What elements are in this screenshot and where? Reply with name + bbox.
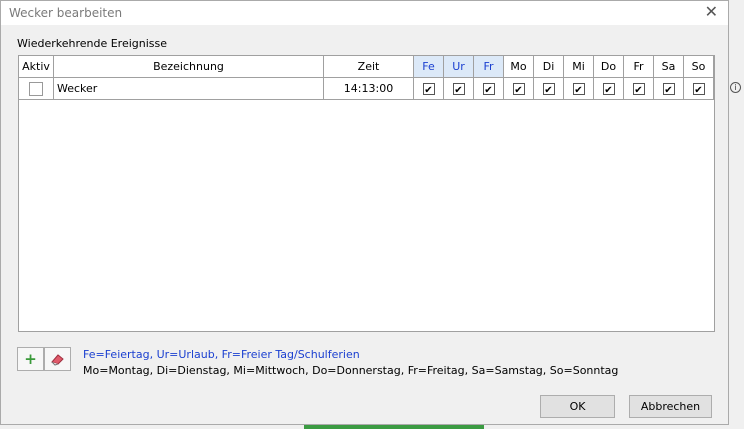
delete-button[interactable] [44, 347, 71, 371]
checkmark-icon: ✔ [634, 84, 643, 96]
group-label: Wiederkehrende Ereignisse [17, 37, 168, 50]
column-header-day-5[interactable]: Mi [564, 56, 594, 78]
column-header-day-3[interactable]: Mo [504, 56, 534, 78]
day-checkbox-4[interactable]: ✔ [542, 82, 555, 96]
day-cell-9: ✔ [684, 78, 714, 100]
day-cell-7: ✔ [624, 78, 654, 100]
day-checkbox-6[interactable]: ✔ [602, 82, 615, 96]
day-cell-5: ✔ [564, 78, 594, 100]
day-cell-0: ✔ [414, 78, 444, 100]
day-checkbox-9[interactable]: ✔ [692, 82, 705, 96]
legend-line-2: Mo=Montag, Di=Dienstag, Mi=Mittwoch, Do=… [83, 364, 619, 377]
checkmark-icon: ✔ [574, 84, 583, 96]
cancel-button[interactable]: Abbrechen [629, 395, 712, 418]
title-bar: Wecker bearbeiten ✕ [1, 1, 728, 25]
row-aktiv-cell [19, 78, 54, 100]
eraser-icon [50, 354, 64, 366]
day-checkbox-5[interactable]: ✔ [572, 82, 585, 96]
column-header-day-1[interactable]: Ur [444, 56, 474, 78]
checkmark-icon: ✔ [694, 84, 703, 96]
column-header-bezeichnung[interactable]: Bezeichnung [54, 56, 324, 78]
checkmark-icon: ✔ [424, 84, 433, 96]
legend-line-1: Fe=Feiertag, Ur=Urlaub, Fr=Freier Tag/Sc… [83, 348, 360, 361]
column-header-day-0[interactable]: Fe [414, 56, 444, 78]
checkmark-icon: ✔ [454, 84, 463, 96]
column-header-zeit[interactable]: Zeit [324, 56, 414, 78]
day-checkbox-1[interactable]: ✔ [452, 82, 465, 96]
window-title: Wecker bearbeiten [9, 6, 123, 20]
aktiv-checkbox[interactable] [29, 81, 43, 96]
day-cell-3: ✔ [504, 78, 534, 100]
checkmark-icon: ✔ [604, 84, 613, 96]
day-cell-8: ✔ [654, 78, 684, 100]
day-cell-4: ✔ [534, 78, 564, 100]
day-cell-6: ✔ [594, 78, 624, 100]
row-time-cell[interactable]: 14:13:00 [324, 78, 414, 100]
column-header-day-8[interactable]: Sa [654, 56, 684, 78]
day-cells: ✔ ✔ ✔ ✔ ✔ ✔ ✔ ✔ ✔ ✔ [414, 78, 714, 100]
column-header-day-6[interactable]: Do [594, 56, 624, 78]
column-header-aktiv[interactable]: Aktiv [19, 56, 54, 78]
plus-icon: + [24, 349, 37, 368]
day-cell-2: ✔ [474, 78, 504, 100]
checkmark-icon: ✔ [514, 84, 523, 96]
day-headers: Fe Ur Fr Mo Di Mi Do Fr Sa So [414, 56, 714, 78]
table-row[interactable]: Wecker 14:13:00 ✔ ✔ ✔ ✔ ✔ ✔ ✔ ✔ ✔ ✔ [19, 78, 714, 100]
day-checkbox-8[interactable]: ✔ [662, 82, 675, 96]
ok-button[interactable]: OK [540, 395, 615, 418]
column-header-day-2[interactable]: Fr [474, 56, 504, 78]
table-header-row: Aktiv Bezeichnung Zeit Fe Ur Fr Mo Di Mi Do Fr S… [19, 56, 714, 78]
day-checkbox-0[interactable]: ✔ [422, 82, 435, 96]
add-button[interactable]: + [17, 347, 44, 371]
checkmark-icon: ✔ [664, 84, 673, 96]
day-checkbox-3[interactable]: ✔ [512, 82, 525, 96]
events-table: Aktiv Bezeichnung Zeit Fe Ur Fr Mo Di Mi Do Fr S… [18, 55, 715, 332]
day-checkbox-7[interactable]: ✔ [632, 82, 645, 96]
column-header-day-7[interactable]: Fr [624, 56, 654, 78]
checkmark-icon: ✔ [484, 84, 493, 96]
toolbar: + [17, 347, 71, 371]
column-header-day-4[interactable]: Di [534, 56, 564, 78]
column-header-day-9[interactable]: So [684, 56, 714, 78]
row-name-cell[interactable]: Wecker [54, 78, 324, 100]
background-green-strip [304, 425, 484, 429]
close-icon[interactable]: ✕ [705, 4, 718, 20]
day-checkbox-2[interactable]: ✔ [482, 82, 495, 96]
dialog-window: Wecker bearbeiten ✕ Wiederkehrende Ereig… [0, 0, 729, 425]
checkmark-icon: ✔ [544, 84, 553, 96]
info-icon[interactable]: i [730, 82, 741, 93]
day-cell-1: ✔ [444, 78, 474, 100]
